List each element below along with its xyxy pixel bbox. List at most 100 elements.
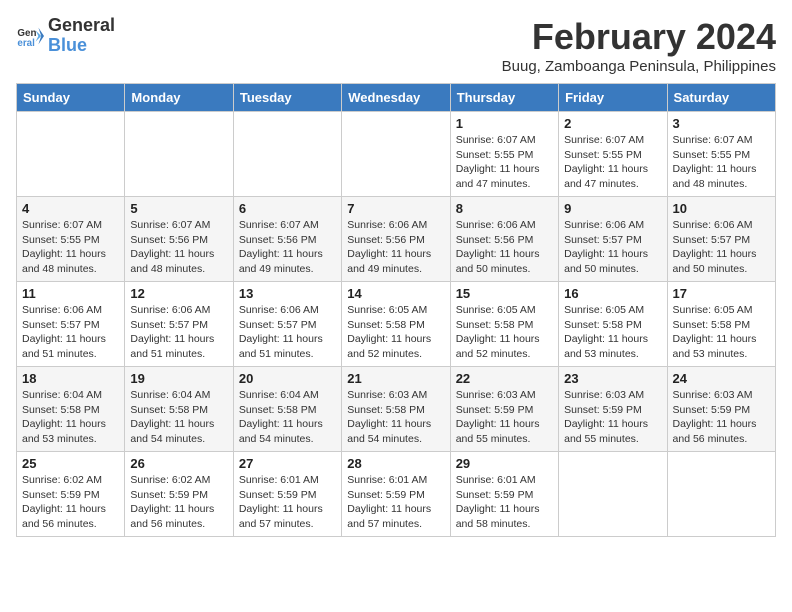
day-number: 8 xyxy=(456,201,553,216)
day-info: Sunrise: 6:05 AMSunset: 5:58 PMDaylight:… xyxy=(673,303,770,362)
calendar-cell: 14Sunrise: 6:05 AMSunset: 5:58 PMDayligh… xyxy=(342,282,450,367)
day-number: 16 xyxy=(564,286,661,301)
calendar-cell: 7 Sunrise: 6:06 AMSunset: 5:56 PMDaylight… xyxy=(342,197,450,282)
day-info: Sunrise: 6:02 AMSunset: 5:59 PMDaylight:… xyxy=(130,473,227,532)
col-tuesday: Tuesday xyxy=(233,84,341,112)
day-info: Sunrise: 6:03 AMSunset: 5:59 PMDaylight:… xyxy=(564,388,661,447)
day-info: Sunrise: 6:04 AMSunset: 5:58 PMDaylight:… xyxy=(130,388,227,447)
calendar-cell: 5Sunrise: 6:07 AMSunset: 5:56 PMDaylight… xyxy=(125,197,233,282)
calendar-cell xyxy=(342,112,450,197)
calendar-cell xyxy=(559,452,667,537)
calendar-week-row: 25 Sunrise: 6:02 AMSunset: 5:59 PMDayligh… xyxy=(17,452,776,537)
day-number: 1 xyxy=(456,116,553,131)
day-info: Sunrise: 6:07 AMSunset: 5:55 PMDaylight:… xyxy=(456,133,553,192)
day-info: Sunrise: 6:06 AMSunset: 5:57 PMDaylight:… xyxy=(130,303,227,362)
day-info: Sunrise: 6:06 AMSunset: 5:57 PMDaylight:… xyxy=(239,303,336,362)
day-number: 10 xyxy=(673,201,770,216)
day-info: Sunrise: 6:04 AMSunset: 5:58 PMDaylight:… xyxy=(22,388,119,447)
col-saturday: Saturday xyxy=(667,84,775,112)
logo-line2: Blue xyxy=(48,35,87,55)
header-row: Sunday Monday Tuesday Wednesday Thursday… xyxy=(17,84,776,112)
day-number: 5 xyxy=(130,201,227,216)
calendar-body: 1 Sunrise: 6:07 AMSunset: 5:55 PMDaylight… xyxy=(17,112,776,537)
calendar-cell: 10 Sunrise: 6:06 AMSunset: 5:57 PMDayligh… xyxy=(667,197,775,282)
day-number: 9 xyxy=(564,201,661,216)
day-info: Sunrise: 6:01 AMSunset: 5:59 PMDaylight:… xyxy=(347,473,444,532)
calendar-cell: 3 Sunrise: 6:07 AMSunset: 5:55 PMDaylight… xyxy=(667,112,775,197)
calendar-cell xyxy=(17,112,125,197)
svg-text:eral: eral xyxy=(17,38,35,49)
calendar-cell: 16 Sunrise: 6:05 AMSunset: 5:58 PMDayligh… xyxy=(559,282,667,367)
col-monday: Monday xyxy=(125,84,233,112)
col-sunday: Sunday xyxy=(17,84,125,112)
day-info: Sunrise: 6:06 AMSunset: 5:57 PMDaylight:… xyxy=(564,218,661,277)
day-number: 24 xyxy=(673,371,770,386)
header: Gen eral General Blue February 2024 Buug… xyxy=(16,16,776,75)
day-info: Sunrise: 6:06 AMSunset: 5:57 PMDaylight:… xyxy=(673,218,770,277)
calendar-week-row: 18Sunrise: 6:04 AMSunset: 5:58 PMDayligh… xyxy=(17,367,776,452)
day-number: 12 xyxy=(130,286,227,301)
day-number: 19 xyxy=(130,371,227,386)
day-number: 23 xyxy=(564,371,661,386)
calendar-cell xyxy=(667,452,775,537)
day-number: 22 xyxy=(456,371,553,386)
day-number: 21 xyxy=(347,371,444,386)
calendar-week-row: 1 Sunrise: 6:07 AMSunset: 5:55 PMDaylight… xyxy=(17,112,776,197)
calendar-week-row: 4 Sunrise: 6:07 AMSunset: 5:55 PMDaylight… xyxy=(17,197,776,282)
day-info: Sunrise: 6:02 AMSunset: 5:59 PMDaylight:… xyxy=(22,473,119,532)
month-year-title: February 2024 xyxy=(502,16,776,58)
calendar-cell: 17 Sunrise: 6:05 AMSunset: 5:58 PMDayligh… xyxy=(667,282,775,367)
title-area: February 2024 Buug, Zamboanga Peninsula,… xyxy=(502,16,776,75)
day-info: Sunrise: 6:07 AMSunset: 5:55 PMDaylight:… xyxy=(673,133,770,192)
day-info: Sunrise: 6:07 AMSunset: 5:55 PMDaylight:… xyxy=(564,133,661,192)
day-number: 29 xyxy=(456,456,553,471)
day-info: Sunrise: 6:07 AMSunset: 5:56 PMDaylight:… xyxy=(239,218,336,277)
calendar-cell: 11Sunrise: 6:06 AMSunset: 5:57 PMDayligh… xyxy=(17,282,125,367)
col-thursday: Thursday xyxy=(450,84,558,112)
calendar-cell: 12 Sunrise: 6:06 AMSunset: 5:57 PMDayligh… xyxy=(125,282,233,367)
day-number: 11 xyxy=(22,286,119,301)
day-number: 2 xyxy=(564,116,661,131)
calendar-cell: 15Sunrise: 6:05 AMSunset: 5:58 PMDayligh… xyxy=(450,282,558,367)
day-info: Sunrise: 6:05 AMSunset: 5:58 PMDaylight:… xyxy=(564,303,661,362)
logo-line1: General xyxy=(48,16,115,36)
day-number: 3 xyxy=(673,116,770,131)
day-number: 6 xyxy=(239,201,336,216)
day-number: 28 xyxy=(347,456,444,471)
day-number: 20 xyxy=(239,371,336,386)
calendar-cell: 4 Sunrise: 6:07 AMSunset: 5:55 PMDaylight… xyxy=(17,197,125,282)
day-number: 4 xyxy=(22,201,119,216)
day-info: Sunrise: 6:06 AMSunset: 5:56 PMDaylight:… xyxy=(347,218,444,277)
day-number: 7 xyxy=(347,201,444,216)
logo-icon: Gen eral xyxy=(16,22,44,50)
calendar-cell: 27Sunrise: 6:01 AMSunset: 5:59 PMDayligh… xyxy=(233,452,341,537)
day-info: Sunrise: 6:03 AMSunset: 5:59 PMDaylight:… xyxy=(673,388,770,447)
calendar-cell xyxy=(233,112,341,197)
day-info: Sunrise: 6:05 AMSunset: 5:58 PMDaylight:… xyxy=(456,303,553,362)
calendar-cell: 25 Sunrise: 6:02 AMSunset: 5:59 PMDayligh… xyxy=(17,452,125,537)
calendar-cell: 18Sunrise: 6:04 AMSunset: 5:58 PMDayligh… xyxy=(17,367,125,452)
day-number: 26 xyxy=(130,456,227,471)
calendar-cell: 26 Sunrise: 6:02 AMSunset: 5:59 PMDayligh… xyxy=(125,452,233,537)
day-info: Sunrise: 6:07 AMSunset: 5:55 PMDaylight:… xyxy=(22,218,119,277)
calendar-cell: 2 Sunrise: 6:07 AMSunset: 5:55 PMDaylight… xyxy=(559,112,667,197)
calendar-cell: 19 Sunrise: 6:04 AMSunset: 5:58 PMDayligh… xyxy=(125,367,233,452)
col-friday: Friday xyxy=(559,84,667,112)
calendar-cell: 8Sunrise: 6:06 AMSunset: 5:56 PMDaylight… xyxy=(450,197,558,282)
calendar-cell: 23 Sunrise: 6:03 AMSunset: 5:59 PMDayligh… xyxy=(559,367,667,452)
logo: Gen eral General Blue xyxy=(16,16,115,56)
day-number: 13 xyxy=(239,286,336,301)
calendar-cell: 28 Sunrise: 6:01 AMSunset: 5:59 PMDayligh… xyxy=(342,452,450,537)
calendar-cell: 9 Sunrise: 6:06 AMSunset: 5:57 PMDaylight… xyxy=(559,197,667,282)
calendar-cell: 13 Sunrise: 6:06 AMSunset: 5:57 PMDayligh… xyxy=(233,282,341,367)
calendar-cell: 1 Sunrise: 6:07 AMSunset: 5:55 PMDaylight… xyxy=(450,112,558,197)
day-number: 27 xyxy=(239,456,336,471)
calendar-cell xyxy=(125,112,233,197)
logo-text: General Blue xyxy=(48,16,115,56)
day-info: Sunrise: 6:05 AMSunset: 5:58 PMDaylight:… xyxy=(347,303,444,362)
day-number: 25 xyxy=(22,456,119,471)
location-subtitle: Buug, Zamboanga Peninsula, Philippines xyxy=(502,58,776,75)
calendar-cell: 6 Sunrise: 6:07 AMSunset: 5:56 PMDaylight… xyxy=(233,197,341,282)
day-number: 17 xyxy=(673,286,770,301)
day-info: Sunrise: 6:01 AMSunset: 5:59 PMDaylight:… xyxy=(456,473,553,532)
